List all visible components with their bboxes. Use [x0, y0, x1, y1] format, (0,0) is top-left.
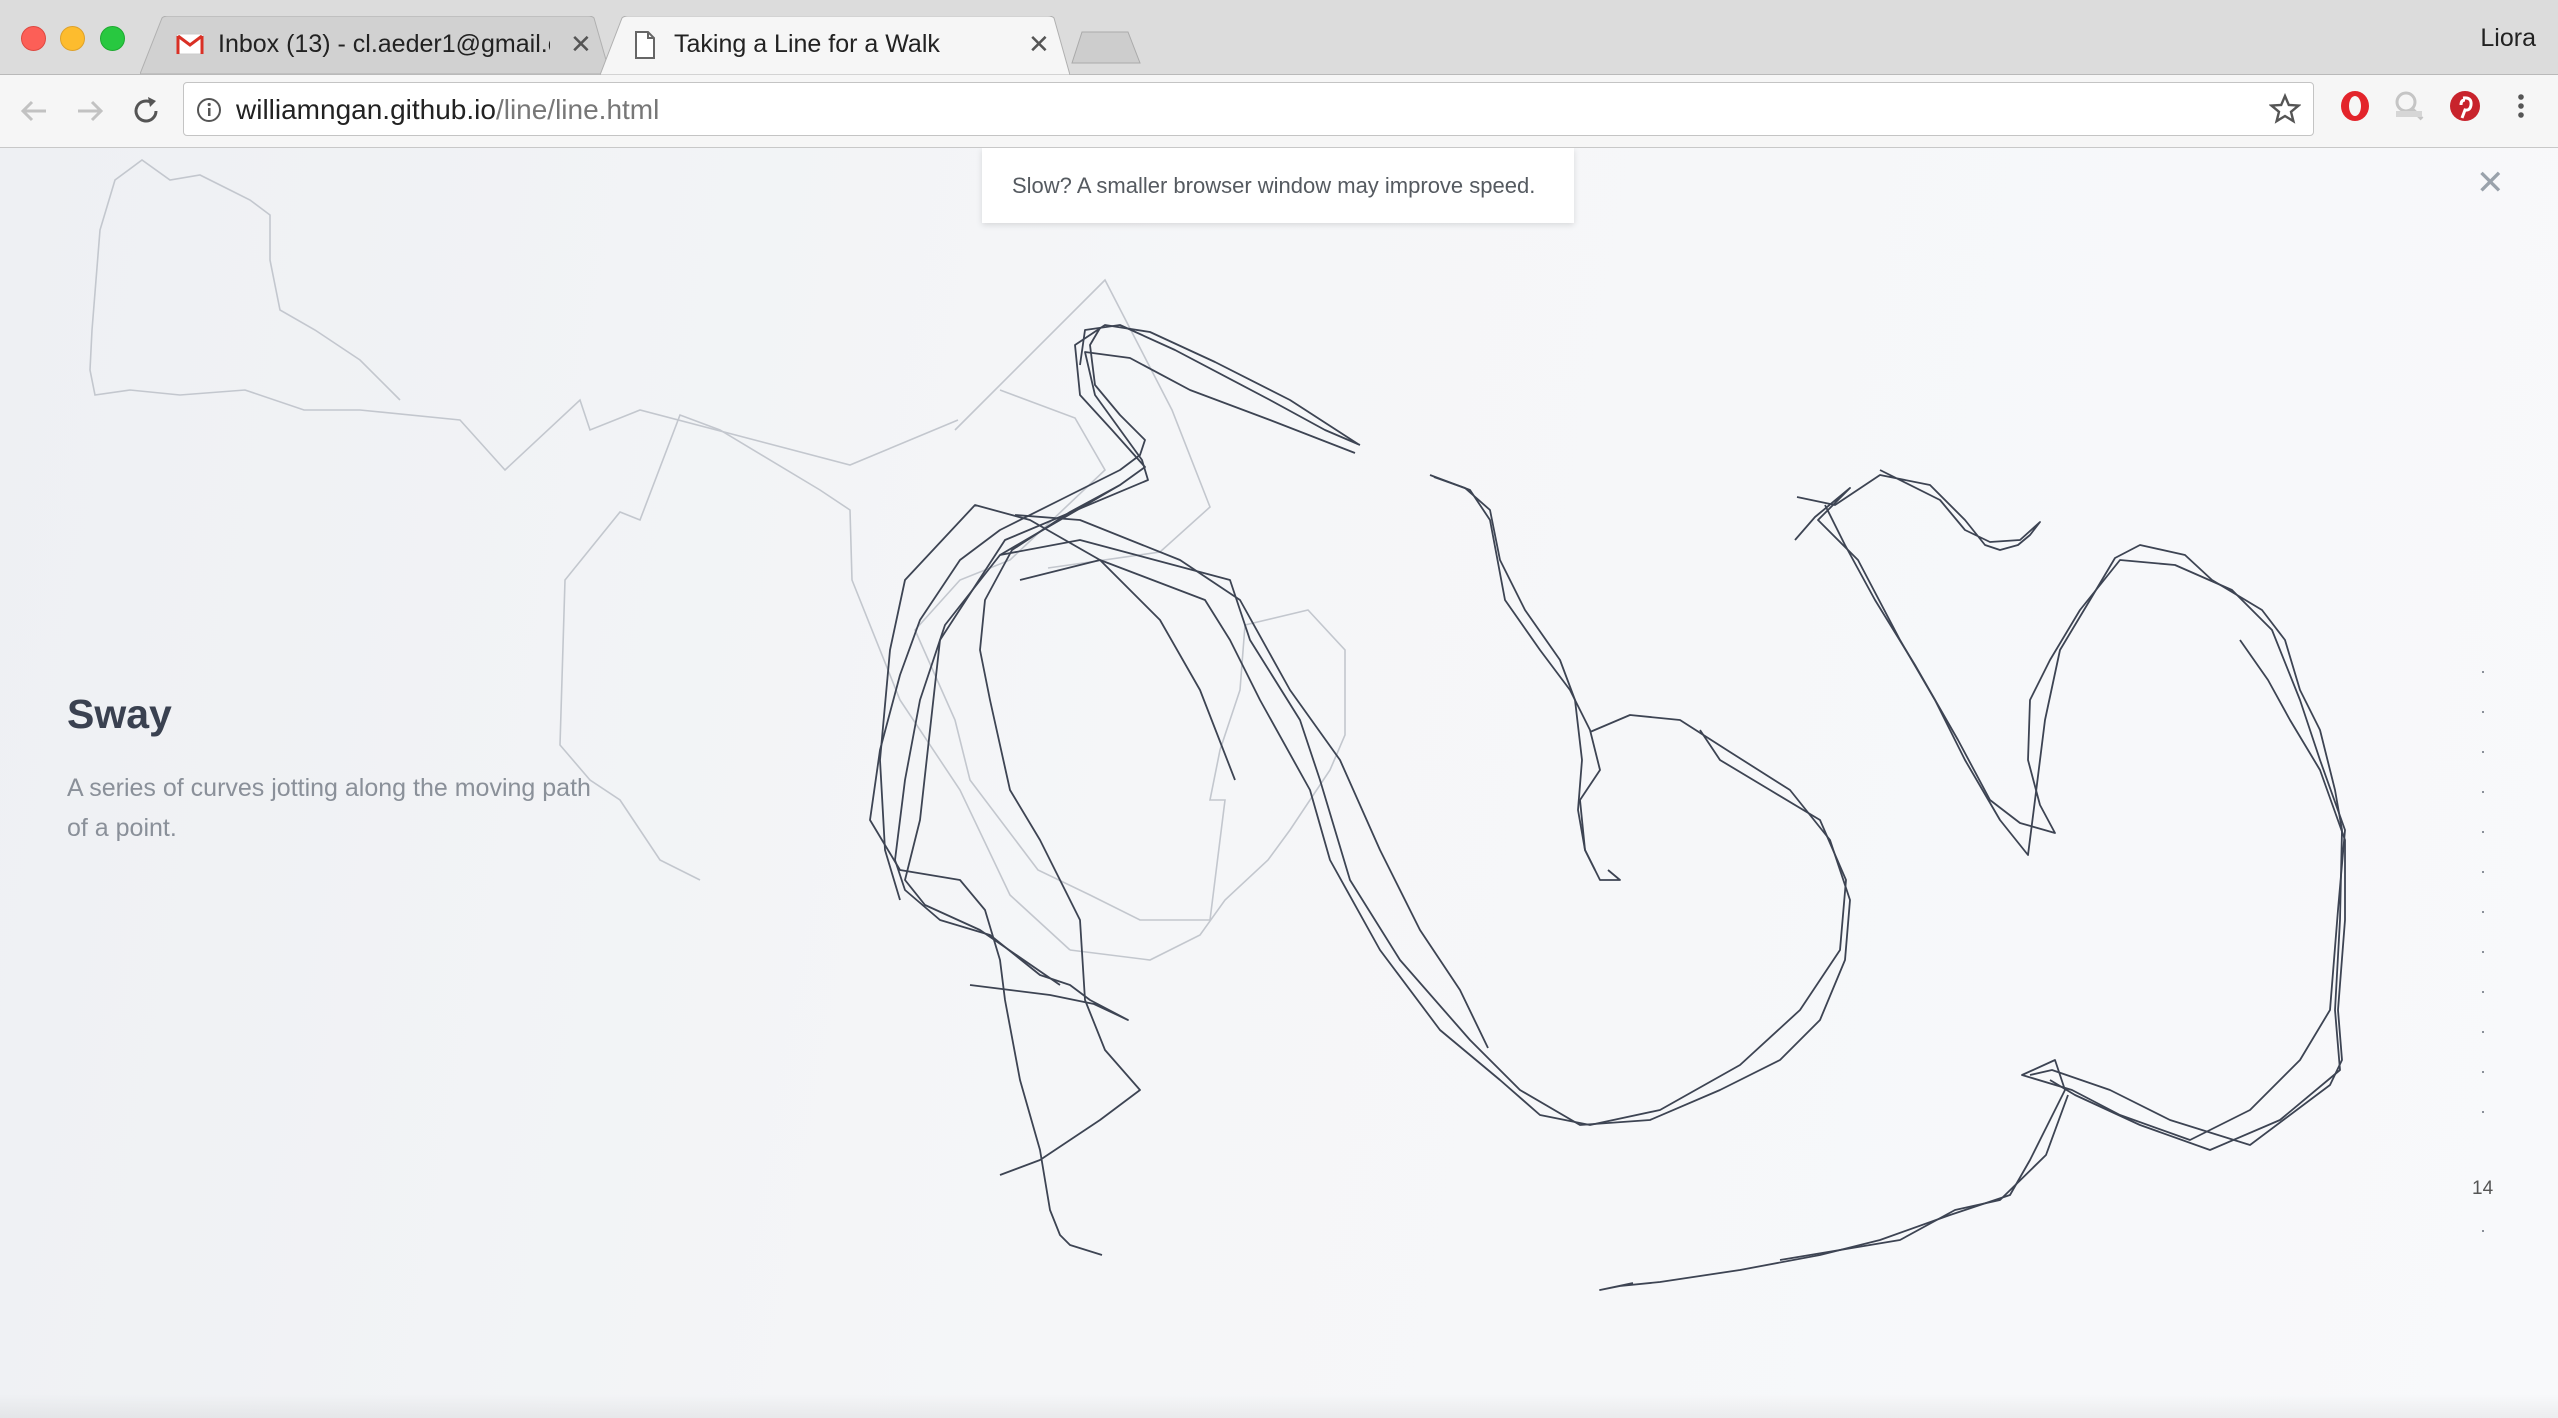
document-icon	[635, 31, 655, 59]
step-dot[interactable]	[2482, 1111, 2484, 1113]
reload-icon[interactable]	[128, 93, 164, 129]
step-dot[interactable]	[2482, 671, 2484, 673]
close-icon[interactable]: ✕	[2476, 166, 2505, 200]
gmail-icon	[176, 33, 204, 55]
window-close-button[interactable]	[21, 26, 46, 51]
step-dot[interactable]	[2482, 1071, 2484, 1073]
menu-kebab-icon[interactable]	[2508, 89, 2534, 123]
url-path: /line/line.html	[495, 94, 660, 125]
opera-vpn-icon[interactable]	[2338, 89, 2372, 123]
url-host: williamngan.github.io	[236, 94, 496, 125]
page-title: Sway	[67, 691, 172, 737]
step-dot[interactable]	[2482, 1230, 2484, 1232]
page-description: A series of curves jotting along the mov…	[67, 774, 591, 842]
window-minimize-button[interactable]	[60, 26, 85, 51]
address-bar[interactable]: williamngan.github.io/line/line.html	[183, 82, 2314, 136]
tab-gmail-inbox[interactable]: Inbox (13) - cl.aeder1@gmail.com ✕	[140, 16, 610, 74]
step-number: 14	[2472, 1178, 2494, 1199]
search-extension-icon[interactable]	[2392, 89, 2428, 123]
step-dot[interactable]	[2482, 991, 2484, 993]
forward-arrow-icon[interactable]	[72, 93, 108, 129]
tab-title: Inbox (13) - cl.aeder1@gmail.com	[218, 30, 550, 58]
bookmark-star-icon[interactable]	[2269, 93, 2301, 125]
step-indicator[interactable]: 14	[2470, 518, 2500, 1278]
new-tab-button[interactable]	[1070, 30, 1142, 64]
bottom-shadow	[0, 1394, 2558, 1418]
step-dot[interactable]	[2482, 951, 2484, 953]
info-icon[interactable]	[196, 97, 222, 123]
tab-strip: Inbox (13) - cl.aeder1@gmail.com ✕ Takin…	[0, 0, 2558, 75]
url-text[interactable]: williamngan.github.io/line/line.html	[236, 94, 659, 126]
close-icon[interactable]: ✕	[570, 29, 592, 60]
window-maximize-button[interactable]	[100, 26, 125, 51]
step-dot[interactable]	[2482, 791, 2484, 793]
step-dot[interactable]	[2482, 1031, 2484, 1033]
profile-name[interactable]: Liora	[2480, 24, 2536, 53]
step-dot[interactable]	[2482, 711, 2484, 713]
step-dot[interactable]	[2482, 751, 2484, 753]
browser-toolbar: williamngan.github.io/line/line.html	[0, 75, 2558, 148]
pinterest-icon[interactable]	[2448, 89, 2482, 123]
tab-line-walk[interactable]: Taking a Line for a Walk ✕	[600, 16, 1070, 75]
close-icon[interactable]: ✕	[1028, 29, 1050, 60]
step-dot[interactable]	[2482, 871, 2484, 873]
step-dot[interactable]	[2482, 911, 2484, 913]
page-content: Slow? A smaller browser window may impro…	[0, 148, 2558, 1418]
sway-strokes	[869, 324, 2346, 1291]
step-dot[interactable]	[2482, 831, 2484, 833]
tab-title: Taking a Line for a Walk	[674, 30, 940, 58]
speed-notice: Slow? A smaller browser window may impro…	[982, 148, 1574, 223]
guide-outline	[914, 389, 1346, 961]
back-arrow-icon[interactable]	[16, 93, 52, 129]
